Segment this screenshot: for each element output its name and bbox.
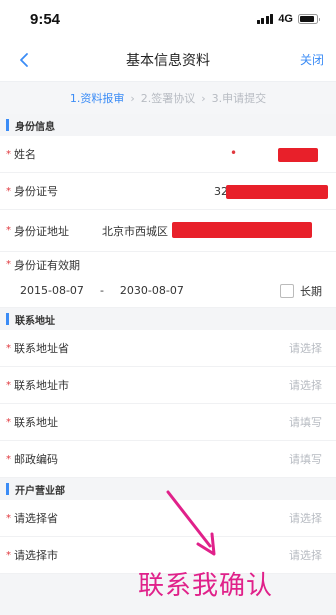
back-button[interactable] [12,48,36,72]
id-validity-label: 身份证有效期 [14,258,80,272]
section-contact: 联系地址 [0,308,336,330]
id-address-label: 身份证地址 [14,224,69,238]
progress-steps: 1.资料报审 › 2.签署协议 › 3.申请提交 [0,82,336,114]
section-marker [6,483,9,495]
section-title: 开户营业部 [15,485,65,497]
step-separator: › [201,91,206,105]
id-number-value: 32 [104,173,328,209]
redaction-block [172,222,312,238]
required-mark: * [6,342,11,354]
annotation-text: 联系我确认 [138,571,274,601]
battery-icon [298,14,320,24]
contact-province-field[interactable]: * 联系地址省 请选择 [0,330,336,367]
required-mark: * [6,379,11,391]
contact-address-placeholder: 请填写 [289,416,322,429]
network-type: 4G [278,13,293,25]
section-marker [6,313,9,325]
id-address-field[interactable]: * 身份证地址 北京市西城区 [0,210,336,252]
step-1: 1.资料报审 [69,92,125,105]
status-indicators: 4G [256,13,320,25]
id-number-field[interactable]: * 身份证号 32 [0,173,336,210]
required-mark: * [6,225,11,236]
section-title: 身份信息 [15,121,55,133]
step-separator: › [130,91,135,105]
date-separator: - [99,284,104,297]
long-term-label: 长期 [300,284,322,298]
start-date[interactable]: 2015-08-07 [20,284,84,297]
step-3: 3.申请提交 [211,92,267,105]
contact-address-label: 联系地址 [14,416,58,429]
section-title: 联系地址 [15,315,55,327]
contact-province-placeholder: 请选择 [289,342,322,355]
redaction-dot: • [230,146,238,160]
postcode-label: 邮政编码 [14,453,58,466]
postcode-field[interactable]: * 邮政编码 请填写 [0,441,336,478]
step-2: 2.签署协议 [140,92,196,105]
id-address-text: 北京市西城区 [102,224,168,238]
redaction-block [226,185,328,199]
page-title: 基本信息资料 [125,52,210,69]
nav-bar: 基本信息资料 关闭 [0,38,336,82]
required-mark: * [6,259,11,270]
name-value: • [104,136,322,172]
long-term-checkbox[interactable] [280,283,294,298]
name-field[interactable]: * 姓名 • [0,136,336,173]
id-number-label: 身份证号 [14,185,58,198]
contact-province-label: 联系地址省 [14,342,69,355]
branch-province-label: 请选择省 [14,512,58,525]
contact-city-label: 联系地址市 [14,379,69,392]
required-mark: * [6,512,11,524]
close-button[interactable]: 关闭 [300,51,324,68]
branch-city-placeholder: 请选择 [289,549,322,562]
section-identity: 身份信息 [0,114,336,136]
branch-province-placeholder: 请选择 [289,512,322,525]
signal-icon [256,14,274,24]
required-mark: * [6,549,11,561]
section-marker [6,119,9,131]
end-date[interactable]: 2030-08-07 [120,284,184,297]
required-mark: * [6,416,11,428]
required-mark: * [6,148,11,160]
postcode-placeholder: 请填写 [289,453,322,466]
redaction-block [278,148,318,162]
contact-city-field[interactable]: * 联系地址市 请选择 [0,367,336,404]
status-bar: 9:54 4G [0,0,336,38]
contact-city-placeholder: 请选择 [289,379,322,392]
id-address-value: 北京市西城区 [102,210,322,251]
branch-city-label: 请选择市 [14,549,58,562]
annotation-arrow-icon [166,490,216,556]
required-mark: * [6,185,11,197]
name-label: 姓名 [14,148,36,161]
status-time: 9:54 [30,10,61,28]
required-mark: * [6,453,11,465]
chevron-left-icon [20,52,28,67]
contact-address-field[interactable]: * 联系地址 请填写 [0,404,336,441]
id-validity-field: * 身份证有效期 2015-08-07 - 2030-08-07 长期 [0,252,336,308]
